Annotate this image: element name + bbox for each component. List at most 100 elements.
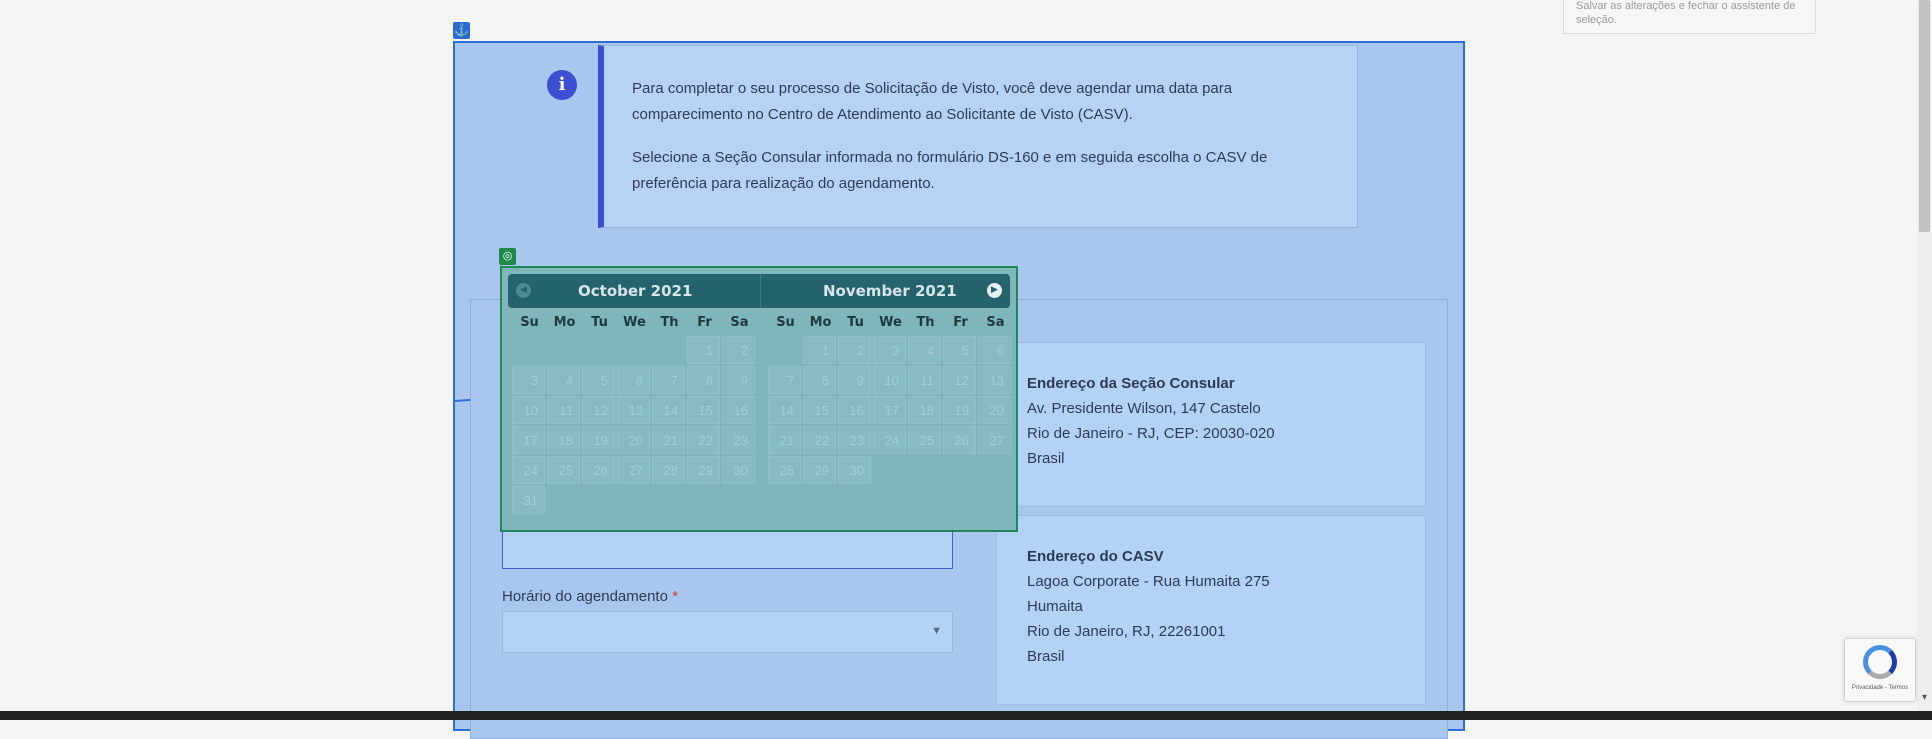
consular-address-title: Endereço da Seção Consular	[1027, 375, 1235, 392]
day-cell: 5	[943, 336, 976, 364]
appointment-time-select[interactable]: ▼	[502, 611, 953, 653]
day-cell: 22	[803, 426, 836, 454]
weekday-label: We	[879, 315, 902, 330]
day-cell: 21	[652, 426, 685, 454]
day-cell: 8	[803, 366, 836, 394]
weekday-label: We	[623, 315, 646, 330]
day-cell: 28	[768, 456, 801, 484]
recaptcha-badge[interactable]: Privacidade - Termos	[1844, 638, 1916, 702]
day-cell: 1	[687, 336, 720, 364]
required-mark: *	[672, 588, 678, 605]
day-cell: 10	[873, 366, 906, 394]
scrollbar[interactable]	[1917, 0, 1932, 712]
day-cell: 21	[768, 426, 801, 454]
appointment-date-input[interactable]	[502, 529, 953, 569]
casv-address-line: Humaita	[1027, 598, 1083, 615]
day-cell: 11	[908, 366, 941, 394]
day-cell: 26	[943, 426, 976, 454]
datepicker-header: ◀ October 2021 November 2021 ▶	[508, 274, 1010, 308]
day-cell: 7	[652, 366, 685, 394]
day-cell: 4	[547, 366, 580, 394]
day-cell: 18	[547, 426, 580, 454]
casv-address-line: Brasil	[1027, 648, 1065, 665]
weekday-label: Tu	[591, 315, 608, 330]
consular-address-line: Brasil	[1027, 450, 1065, 467]
weekday-label: Su	[776, 315, 795, 330]
day-cell: 9	[722, 366, 755, 394]
day-cell: 25	[547, 456, 580, 484]
month-title-november: November 2021	[823, 282, 957, 300]
empty-day-cell	[582, 336, 615, 364]
day-cell: 13	[978, 366, 1011, 394]
day-cell: 16	[838, 396, 871, 424]
weekday-label: Th	[916, 315, 935, 330]
day-cell: 27	[617, 456, 650, 484]
day-cell: 7	[768, 366, 801, 394]
empty-day-cell	[547, 336, 580, 364]
day-cell: 26	[582, 456, 615, 484]
chevron-right-icon[interactable]: ▶	[987, 283, 1002, 298]
recaptcha-text: Privacidade - Termos	[1851, 685, 1909, 691]
day-cell: 8	[687, 366, 720, 394]
consular-address-line: Av. Presidente Wilson, 147 Castelo	[1027, 400, 1261, 417]
day-cell: 14	[652, 396, 685, 424]
empty-day-cell	[652, 336, 685, 364]
day-cell: 10	[512, 396, 545, 424]
day-cell: 16	[722, 396, 755, 424]
scroll-down-icon[interactable]: ▾	[1917, 692, 1932, 710]
day-cell: 15	[687, 396, 720, 424]
scrollbar-thumb[interactable]	[1919, 0, 1930, 232]
day-cell: 20	[617, 426, 650, 454]
day-cell: 29	[687, 456, 720, 484]
weekday-label: Su	[520, 315, 539, 330]
day-cell: 27	[978, 426, 1011, 454]
info-paragraph-2: Selecione a Seção Consular informada no …	[632, 149, 1268, 192]
day-cell: 2	[838, 336, 871, 364]
day-cell: 31	[512, 486, 545, 514]
day-cell: 18	[908, 396, 941, 424]
day-cell: 11	[547, 396, 580, 424]
day-cell: 24	[873, 426, 906, 454]
weekday-label: Tu	[847, 315, 864, 330]
day-cell: 4	[908, 336, 941, 364]
weekday-label: Sa	[986, 315, 1005, 330]
anchor-icon[interactable]: ⚓	[453, 22, 470, 39]
weekday-label: Sa	[730, 315, 749, 330]
day-cell: 17	[873, 396, 906, 424]
day-cell: 17	[512, 426, 545, 454]
time-label: Horário do agendamento *	[502, 588, 678, 605]
target-icon[interactable]: ◎	[499, 248, 516, 265]
day-cell: 19	[943, 396, 976, 424]
header-divider	[760, 274, 761, 308]
empty-day-cell	[768, 336, 801, 364]
day-cell: 25	[908, 426, 941, 454]
day-cell: 23	[722, 426, 755, 454]
datepicker: ◀ October 2021 November 2021 ▶ Su Mo Tu We T…	[500, 266, 1018, 532]
day-cell: 12	[943, 366, 976, 394]
chevron-down-icon: ▼	[931, 625, 942, 637]
month-october: Su Mo Tu We Th Fr Sa 1 2 3 4 5 6 7 8 9 10 11 12 13 14 15 16 17…	[512, 308, 757, 514]
info-icon: i	[547, 70, 577, 100]
chevron-left-icon[interactable]: ◀	[516, 283, 531, 298]
month-november: Su Mo Tu We Th Fr Sa 1 2 3 4 5 6 7 8 9 10 11 12 13 14 15 16 17…	[768, 308, 1013, 484]
casv-address-line: Rio de Janeiro, RJ, 22261001	[1027, 623, 1226, 640]
empty-day-cell	[617, 336, 650, 364]
save-hint: Salvar as alterações e fechar o assisten…	[1563, 0, 1816, 34]
day-cell: 12	[582, 396, 615, 424]
casv-address-box: Endereço do CASV Lagoa Corporate - Rua H…	[996, 515, 1426, 705]
day-cell: 5	[582, 366, 615, 394]
day-cell: 13	[617, 396, 650, 424]
day-cell: 30	[722, 456, 755, 484]
month-title-october: October 2021	[578, 282, 693, 300]
day-cell: 15	[803, 396, 836, 424]
weekday-label: Fr	[697, 315, 712, 330]
weekday-label: Mo	[553, 315, 576, 330]
weekday-label: Fr	[953, 315, 968, 330]
weekday-label: Mo	[809, 315, 832, 330]
day-cell: 9	[838, 366, 871, 394]
day-cell: 24	[512, 456, 545, 484]
day-cell: 22	[687, 426, 720, 454]
day-cell: 30	[838, 456, 871, 484]
day-cell: 23	[838, 426, 871, 454]
day-cell: 14	[768, 396, 801, 424]
